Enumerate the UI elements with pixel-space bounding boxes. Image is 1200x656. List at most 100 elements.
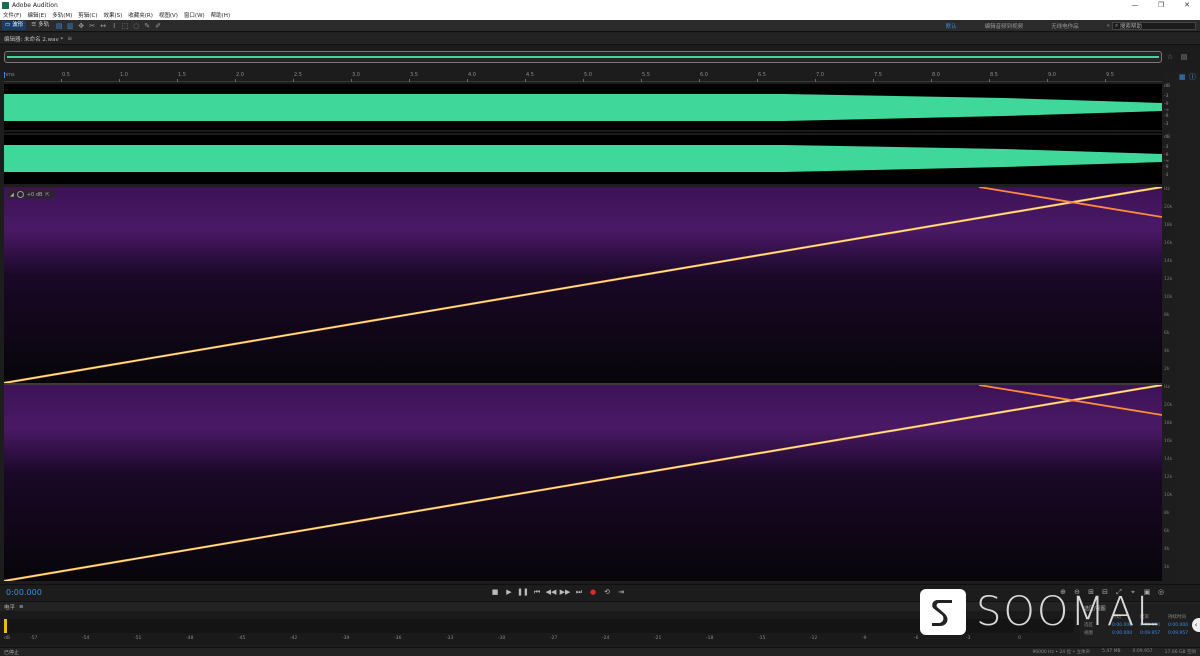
- rewind-button[interactable]: ◀◀: [544, 588, 558, 597]
- spectral-display-icon[interactable]: ▤: [55, 22, 63, 30]
- transport-controls: ■ ▶ ❚❚ ⏮ ◀◀ ▶▶ ⏭ ● ⟲ ⇥: [488, 588, 628, 597]
- ruler-tick: 9.5: [1105, 72, 1114, 82]
- workspace-edit-audio-to-video[interactable]: 编辑音频到视频: [985, 22, 1024, 30]
- play-button[interactable]: ▶: [502, 588, 516, 597]
- move-tool-icon[interactable]: ✥: [77, 22, 85, 30]
- watermark-text: SOOMAL: [976, 589, 1161, 635]
- marquee-tool-icon[interactable]: ⬚: [121, 22, 129, 30]
- lasso-tool-icon[interactable]: ◌: [132, 22, 140, 30]
- skip-selection-button[interactable]: ⇥: [614, 588, 628, 597]
- level-scale-label: -24: [602, 636, 610, 641]
- time-selection-tool-icon[interactable]: I: [110, 22, 118, 30]
- menu-effects[interactable]: 效果(S): [103, 11, 122, 19]
- spectrogram-left-channel: [4, 187, 1162, 383]
- panel-options-icon[interactable]: ▤: [1180, 53, 1188, 61]
- pin-icon[interactable]: ⇱: [45, 192, 49, 198]
- level-scale-label: -42: [290, 636, 298, 641]
- close-button[interactable]: ✕: [1174, 0, 1200, 10]
- menu-edit[interactable]: 编辑(E): [27, 11, 46, 19]
- ruler-tick: 9.0: [1047, 72, 1056, 82]
- workspace-default[interactable]: 默认: [946, 22, 957, 30]
- razor-tool-icon[interactable]: ✂: [88, 22, 96, 30]
- panel-menu-icon[interactable]: ≡: [67, 35, 72, 42]
- file-duration: 0:09.957: [1132, 649, 1153, 654]
- db-label: -3: [1164, 145, 1169, 150]
- waveform-view-button[interactable]: ▭ 波形: [2, 21, 27, 30]
- file-size: 5.47 MB: [1102, 649, 1121, 654]
- overview-strip[interactable]: [4, 51, 1162, 63]
- level-scale-label: -51: [134, 636, 142, 641]
- spectral-hud: ◢ +0 dB ⇱: [8, 190, 55, 199]
- level-scale-label: -39: [342, 636, 350, 641]
- hz-label: 10k: [1164, 493, 1173, 498]
- menu-file[interactable]: 文件(F): [3, 11, 21, 19]
- hud-volume-knob-icon[interactable]: [16, 191, 24, 198]
- menu-favorites[interactable]: 收藏夹(R): [128, 11, 153, 19]
- menu-help[interactable]: 帮助(H): [211, 11, 230, 19]
- zoom-in-icon[interactable]: ☆: [1166, 53, 1174, 61]
- level-scale-label: -3: [966, 636, 971, 641]
- menu-window[interactable]: 窗口(W): [184, 11, 205, 19]
- view-duration-value[interactable]: 0:09.957: [1168, 631, 1196, 636]
- loop-playback-button[interactable]: ⟲: [600, 588, 614, 597]
- pause-button[interactable]: ❚❚: [516, 588, 530, 597]
- pitch-display-icon[interactable]: ▥: [66, 22, 74, 30]
- db-label: dB: [1164, 135, 1170, 140]
- timecode-display[interactable]: 0:00.000: [6, 588, 42, 597]
- workspace-more-icon[interactable]: »: [1107, 23, 1110, 29]
- level-scale-label: -57: [30, 636, 38, 641]
- panel-menu-icon[interactable]: ≡: [19, 604, 24, 610]
- title-bar: Adobe Audition — ❐ ✕: [0, 0, 1200, 10]
- playhead[interactable]: [4, 72, 5, 78]
- brush-tool-icon[interactable]: ✎: [143, 22, 151, 30]
- hz-label: 1k: [1164, 565, 1170, 570]
- go-to-end-button[interactable]: ⏭: [572, 588, 586, 597]
- soomal-logo-mark: [932, 600, 952, 626]
- menu-clip[interactable]: 剪辑(C): [78, 11, 97, 19]
- waveform-display[interactable]: [4, 84, 1162, 184]
- ruler-tick: 1.0: [119, 72, 128, 82]
- spectral-display-left[interactable]: [4, 187, 1162, 383]
- stop-button[interactable]: ■: [488, 588, 502, 597]
- hz-label: 12k: [1164, 475, 1173, 480]
- level-scale-label: -45: [238, 636, 246, 641]
- multitrack-icon: ☰: [31, 22, 37, 28]
- collapse-panel-icon[interactable]: ‹: [1192, 618, 1200, 632]
- spectral-frequency-icon[interactable]: ▦: [1179, 73, 1187, 81]
- go-to-start-button[interactable]: ⏮: [530, 588, 544, 597]
- db-label: -∞: [1164, 159, 1170, 164]
- level-scale-label: -27: [550, 636, 558, 641]
- time-ruler[interactable]: hms 0.5 1.0 1.5 2.0 2.5 3.0 3.5 4.0 4.5 …: [4, 72, 1162, 82]
- hz-label: Hz: [1164, 187, 1170, 192]
- menu-view[interactable]: 视图(V): [159, 11, 178, 19]
- maximize-button[interactable]: ❐: [1148, 0, 1174, 10]
- playback-status: 已停止: [4, 650, 20, 656]
- minimize-button[interactable]: —: [1122, 0, 1148, 10]
- overview-navigator: ☆ ▤: [0, 45, 1200, 71]
- hz-label: 18k: [1164, 223, 1173, 228]
- spectral-resolution-icon[interactable]: ◢: [10, 192, 14, 198]
- workspace-radio-production[interactable]: 无线电作品: [1051, 22, 1079, 30]
- editor-panel-header: 编辑器: 未命名 2.wav * ≡: [0, 33, 1200, 45]
- level-scale-label: -6: [914, 636, 919, 641]
- channel-settings-icon[interactable]: Ⓘ: [1189, 73, 1197, 81]
- db-label: -9: [1164, 165, 1169, 170]
- column-header: 持续时间: [1168, 615, 1186, 620]
- hz-label: 20k: [1164, 403, 1173, 408]
- ruler-tick: 8.5: [989, 72, 998, 82]
- hud-level-value[interactable]: +0 dB: [27, 192, 43, 198]
- file-info: 96000 Hz • 24 位 • 立体声 5.47 MB 0:09.957 1…: [1020, 649, 1196, 655]
- spot-healing-tool-icon[interactable]: ✐: [154, 22, 162, 30]
- level-scale-label: -18: [706, 636, 714, 641]
- multitrack-view-button[interactable]: ☰ 多轨: [28, 21, 52, 30]
- slip-tool-icon[interactable]: ↔: [99, 22, 107, 30]
- multitrack-view-label: 多轨: [38, 22, 50, 28]
- editor-tab[interactable]: 编辑器: 未命名 2.wav *: [4, 35, 63, 43]
- search-help-input[interactable]: ⌕ 搜索帮助: [1112, 22, 1196, 30]
- levels-panel-title[interactable]: 电平: [4, 603, 15, 611]
- fast-forward-button[interactable]: ▶▶: [558, 588, 572, 597]
- spectral-display-right[interactable]: [4, 385, 1162, 581]
- ruler-tick: 2.0: [235, 72, 244, 82]
- menu-multitrack[interactable]: 多轨(M): [52, 11, 72, 19]
- record-button[interactable]: ●: [586, 588, 600, 597]
